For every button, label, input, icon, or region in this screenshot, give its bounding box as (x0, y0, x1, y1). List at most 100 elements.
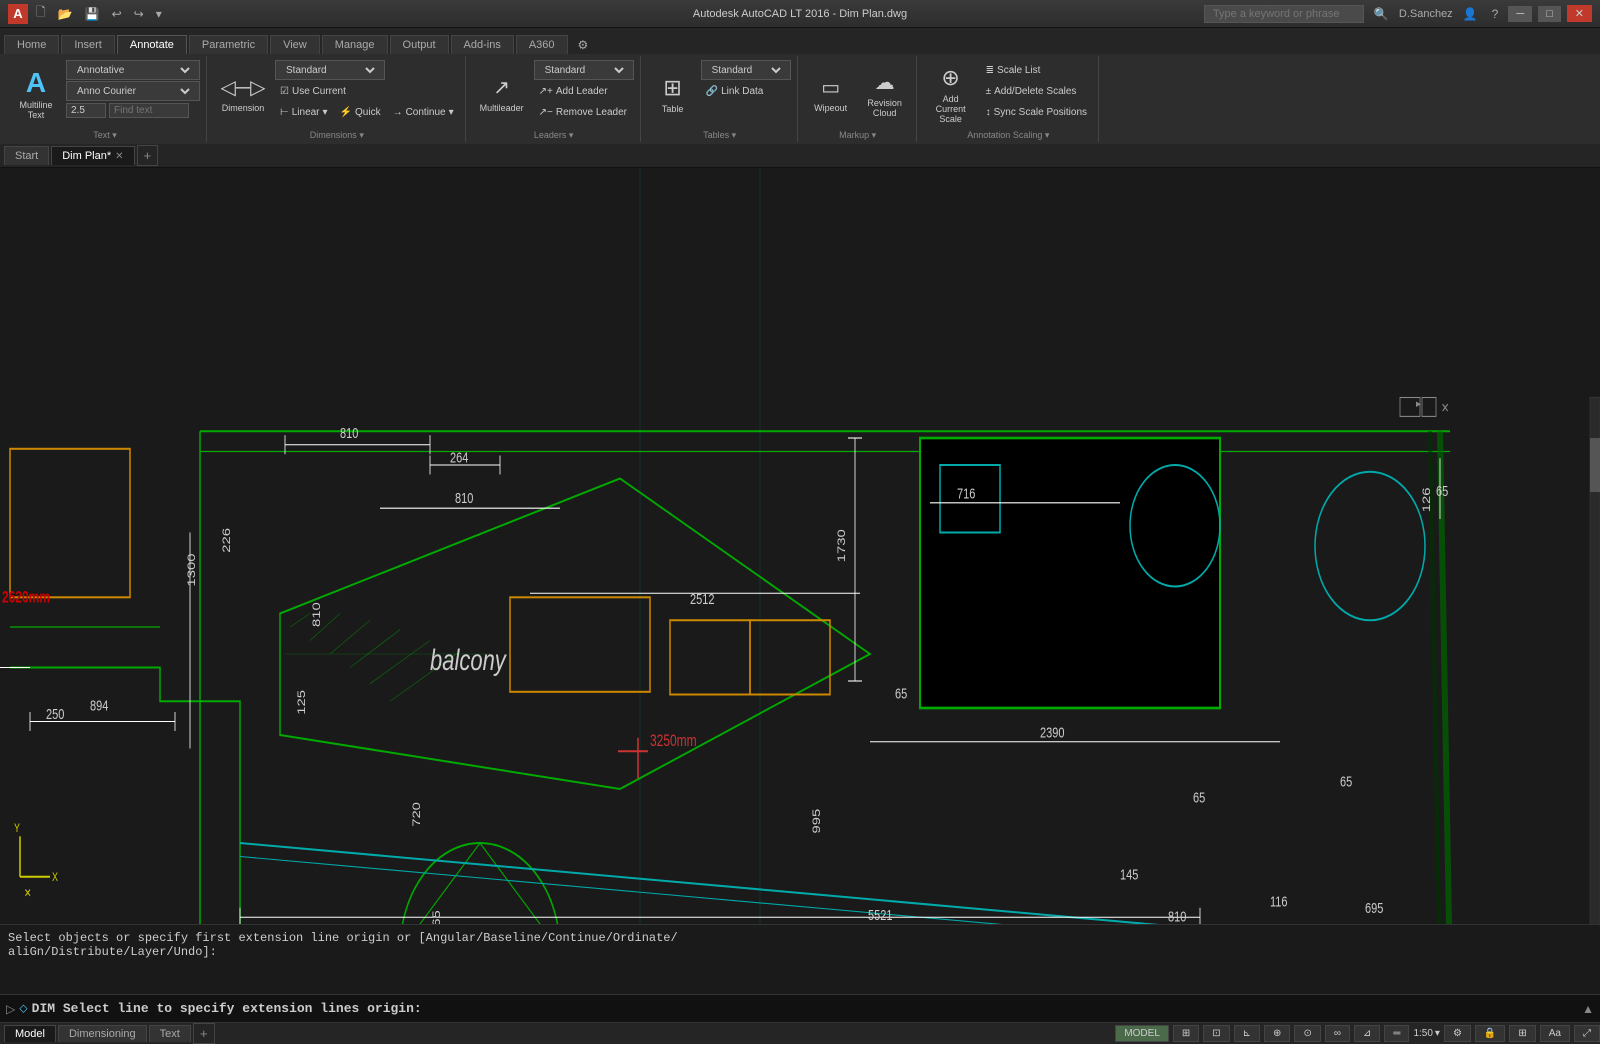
qat-undo[interactable]: ↩ (108, 5, 126, 23)
leader-style-select[interactable]: Standard (541, 64, 627, 77)
doc-tab-start[interactable]: Start (4, 146, 49, 165)
settings-btn[interactable]: ⚙ (1444, 1025, 1471, 1042)
title-text: Autodesk AutoCAD LT 2016 - Dim Plan.dwg (693, 8, 907, 20)
search-input[interactable] (1204, 5, 1364, 23)
table-style-select[interactable]: Standard (708, 64, 784, 77)
svg-text:X: X (52, 871, 58, 885)
scale-list-icon: ≣ (986, 65, 994, 76)
dimension-btn[interactable]: ◁─▷ Dimension (215, 60, 271, 128)
style-dropdown[interactable]: Annotative (66, 60, 200, 80)
markup-group-content: ▭ Wipeout ☁ RevisionCloud (806, 58, 910, 130)
continue-btn[interactable]: → Continue ▾ (388, 102, 459, 122)
snap-btn[interactable]: ⊡ (1203, 1025, 1229, 1042)
ortho-btn[interactable]: ⊾ (1234, 1025, 1260, 1042)
svg-text:1145: 1145 (270, 921, 294, 924)
view-tab-dimensioning[interactable]: Dimensioning (58, 1025, 147, 1042)
canvas-area[interactable]: 3250mm 2620mm balcony void 810 264 810 2… (0, 168, 1600, 924)
linear-dropdown-icon[interactable]: ▾ (323, 107, 328, 118)
tab-output[interactable]: Output (390, 35, 449, 54)
model-status[interactable]: MODEL (1115, 1025, 1169, 1042)
svg-text:810: 810 (455, 489, 473, 506)
tables-col: Standard 🔗 Link Data (701, 60, 791, 101)
wipeout-btn[interactable]: ▭ Wipeout (806, 60, 856, 128)
minimize-btn[interactable]: ─ (1508, 6, 1532, 22)
dim-style-dropdown[interactable]: Standard (275, 60, 385, 80)
quick-btn[interactable]: ⚡ Quick (335, 102, 386, 122)
tab-parametric[interactable]: Parametric (189, 35, 268, 54)
find-text-input[interactable] (109, 103, 189, 118)
link-data-btn[interactable]: 🔗 Link Data (701, 81, 791, 101)
lw-btn[interactable]: ═ (1384, 1025, 1409, 1042)
scaling-col: ≣ Scale List ± Add/Delete Scales ↕ Sync … (981, 60, 1092, 122)
add-current-scale-btn[interactable]: ⊕ AddCurrent Scale (925, 60, 977, 128)
use-current-btn[interactable]: ☑ Use Current (275, 81, 459, 101)
font-select[interactable]: Anno Courier (73, 85, 193, 98)
qat-new[interactable]: 🗋 (32, 1, 50, 26)
multileader-btn[interactable]: ↗ Multileader (474, 60, 530, 128)
search-btn[interactable]: 🔍 (1370, 5, 1393, 23)
multiline-text-btn[interactable]: A Multiline Text (10, 60, 62, 128)
table-style-dropdown[interactable]: Standard (701, 60, 791, 80)
grid-btn[interactable]: ⊞ (1173, 1025, 1199, 1042)
osnap-btn[interactable]: ⊙ (1294, 1025, 1320, 1042)
tab-a360[interactable]: A360 (516, 35, 568, 54)
help-btn[interactable]: ? (1488, 5, 1503, 23)
text-height-input[interactable] (66, 103, 106, 118)
font-dropdown[interactable]: Anno Courier (66, 81, 200, 101)
qat-save[interactable]: 💾 (81, 5, 104, 23)
style-select[interactable]: Annotative (73, 64, 193, 77)
command-expand-icon[interactable]: ▲ (1582, 1002, 1594, 1016)
svg-text:116: 116 (1270, 893, 1288, 910)
tab-home[interactable]: Home (4, 35, 59, 54)
maximize-viewport-btn[interactable]: ⤢ (1574, 1025, 1600, 1042)
qat-more[interactable]: ▾ (152, 5, 166, 23)
scale-list-btn[interactable]: ≣ Scale List (981, 60, 1092, 80)
tab-addins[interactable]: Add-ins (451, 35, 514, 54)
doc-tab-dimplan[interactable]: Dim Plan* ✕ (51, 146, 134, 165)
add-delete-scales-btn[interactable]: ± Add/Delete Scales (981, 81, 1092, 101)
view-tabs: Model Dimensioning Text + MODEL ⊞ ⊡ ⊾ ⊕ … (0, 1022, 1600, 1044)
close-btn[interactable]: ✕ (1567, 5, 1592, 22)
dim-style-select[interactable]: Standard (282, 64, 378, 77)
multileader-label: Multileader (480, 103, 524, 113)
table-btn[interactable]: ⊞ Table (649, 60, 697, 128)
command-input[interactable] (32, 1001, 1578, 1016)
linear-btn[interactable]: ⊢ Linear ▾ (275, 102, 333, 122)
qat-open[interactable]: 📂 (54, 5, 77, 23)
add-leader-btn[interactable]: ↗+ Add Leader (534, 81, 634, 101)
scale-display[interactable]: 1:50 ▾ (1413, 1028, 1440, 1039)
tab-manage[interactable]: Manage (322, 35, 388, 54)
continue-dropdown-icon[interactable]: ▾ (449, 107, 454, 118)
continue-icon: → (393, 107, 403, 118)
command-dim-label: ⬦ (19, 1002, 27, 1016)
dyn-btn[interactable]: ⊿ (1354, 1025, 1380, 1042)
tab-insert[interactable]: Insert (61, 35, 115, 54)
view-tab-model[interactable]: Model (4, 1025, 56, 1042)
lock-btn[interactable]: 🔒 (1475, 1025, 1505, 1042)
svg-text:5521: 5521 (868, 906, 892, 923)
workspace-btn[interactable]: ⊞ (1509, 1025, 1535, 1042)
tab-annotate[interactable]: Annotate (117, 35, 187, 54)
ribbon-options[interactable]: ⚙ (574, 36, 593, 54)
sync-scale-btn[interactable]: ↕ Sync Scale Positions (981, 102, 1092, 122)
polar-btn[interactable]: ⊕ (1264, 1025, 1290, 1042)
remove-leader-btn[interactable]: ↗− Remove Leader (534, 102, 634, 122)
new-view-tab-btn[interactable]: + (193, 1023, 215, 1044)
doc-tab-close[interactable]: ✕ (115, 151, 123, 162)
scale-dropdown[interactable]: ▾ (1435, 1028, 1440, 1039)
leader-style-dropdown[interactable]: Standard (534, 60, 634, 80)
annotation-btn[interactable]: Aa (1540, 1025, 1570, 1042)
svg-text:3250mm: 3250mm (650, 732, 697, 750)
otrack-btn[interactable]: ∞ (1325, 1025, 1350, 1042)
tab-view[interactable]: View (270, 35, 320, 54)
user-btn[interactable]: 👤 (1459, 5, 1482, 23)
maximize-btn[interactable]: □ (1538, 6, 1561, 22)
text-group-expand[interactable]: ▾ (112, 130, 117, 140)
revision-cloud-label: RevisionCloud (867, 98, 902, 118)
text-col: Annotative Anno Courier (66, 60, 200, 118)
revision-cloud-btn[interactable]: ☁ RevisionCloud (860, 60, 910, 128)
new-doc-tab-btn[interactable]: + (137, 145, 159, 166)
qat-redo[interactable]: ↪ (130, 5, 148, 23)
quick-icon: ⚡ (340, 107, 352, 118)
view-tab-text[interactable]: Text (149, 1025, 191, 1042)
